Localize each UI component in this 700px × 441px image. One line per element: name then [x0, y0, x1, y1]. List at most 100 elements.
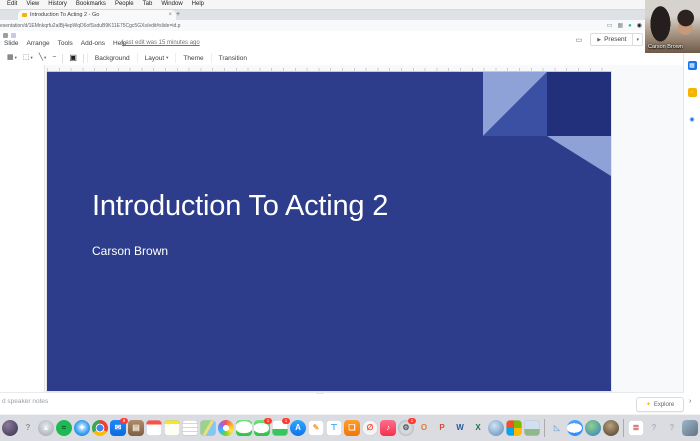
- last-edit-link[interactable]: Last edit was 15 minutes ago: [122, 40, 200, 46]
- dock-earth-icon[interactable]: [585, 420, 601, 436]
- dock-books-icon[interactable]: ❏: [344, 420, 360, 436]
- explore-button[interactable]: ✦ Explore: [636, 397, 684, 412]
- keep-icon[interactable]: ◦: [688, 88, 697, 97]
- bookmark-favicon-2[interactable]: [11, 33, 16, 38]
- side-panel-icons: ▦ ◦ ◉: [684, 61, 700, 124]
- menu-tools[interactable]: Tools: [58, 40, 73, 47]
- office-glyph: O: [421, 420, 427, 436]
- dock-prohibited-icon[interactable]: ∅: [362, 420, 378, 436]
- dock-calendar-icon[interactable]: [146, 420, 162, 436]
- dock-textedit-icon[interactable]: [182, 420, 198, 436]
- dock-notes-app-icon[interactable]: [164, 420, 180, 436]
- dock-messages-icon[interactable]: [236, 420, 252, 436]
- tab-close-icon[interactable]: ×: [168, 12, 172, 18]
- menu-arrange[interactable]: Arrange: [26, 40, 49, 47]
- macos-menu-history[interactable]: History: [48, 0, 67, 9]
- cast-icon[interactable]: ▭: [607, 23, 613, 29]
- shapes-button[interactable]: ⬚▾: [20, 54, 36, 62]
- dock-photos-icon[interactable]: [218, 420, 234, 436]
- side-panel-collapse-icon[interactable]: ›: [689, 398, 691, 405]
- notes-resize-handle[interactable]: ⋯: [316, 389, 325, 398]
- url-text[interactable]: esentation/d/1EMnkqrfu2aIBj4epWqD6ofSsdu…: [0, 23, 560, 29]
- new-tab-button[interactable]: +: [176, 11, 180, 18]
- dock-maps-icon[interactable]: [200, 420, 216, 436]
- slide-canvas[interactable]: Introduction To Acting 2 Carson Brown: [47, 72, 611, 391]
- dock-excel-icon[interactable]: X: [470, 420, 486, 436]
- calendar-icon[interactable]: ▦: [688, 61, 697, 70]
- dock-system-preferences-icon[interactable]: ⚙1: [398, 420, 414, 436]
- menu-add-ons[interactable]: Add-ons: [81, 40, 105, 47]
- dock-word-icon[interactable]: W: [452, 420, 468, 436]
- slide-subtitle[interactable]: Carson Brown: [92, 244, 168, 258]
- dock-globe-user-icon[interactable]: [488, 420, 504, 436]
- webcam-overlay: Carson Brown: [645, 0, 700, 53]
- menu-slide[interactable]: Slide: [4, 40, 18, 47]
- deco-triangle-bottom: [547, 136, 611, 176]
- dock-zoom-app-icon[interactable]: [567, 420, 583, 436]
- dock-powerpoint-icon[interactable]: P: [434, 420, 450, 436]
- toolbar-layout-button[interactable]: Layout▾: [137, 53, 176, 63]
- dock-app-sphere-icon[interactable]: [2, 420, 18, 436]
- dock-missing-doc-1-icon[interactable]: ?: [646, 420, 662, 436]
- dock-files-stack-icon[interactable]: [682, 420, 698, 436]
- dock-chrome-icon[interactable]: [92, 420, 108, 436]
- speaker-notes-placeholder[interactable]: d speaker notes: [2, 398, 48, 405]
- dock-document-app-icon[interactable]: ≣: [628, 420, 644, 436]
- safari-glyph: ✦: [79, 420, 86, 436]
- dock-ornament-sphere-icon[interactable]: [603, 420, 619, 436]
- toolbar-theme-button[interactable]: Theme: [175, 53, 210, 63]
- dock-facetime-icon[interactable]: 1: [254, 420, 270, 436]
- more-button[interactable]: −: [49, 54, 59, 62]
- toolbar-transition-button[interactable]: Transition: [211, 53, 254, 63]
- new-slide-button[interactable]: ▦▾: [4, 54, 20, 62]
- dock-numbers-chart-icon[interactable]: 1: [272, 420, 288, 436]
- tasks-icon[interactable]: ◉: [688, 115, 697, 124]
- numbers-chart-badge: 1: [282, 418, 290, 424]
- line-button[interactable]: ╲▾: [36, 54, 49, 62]
- grammarly-icon[interactable]: ●: [628, 23, 632, 29]
- contacts-glyph: ▤: [132, 420, 140, 436]
- extension-icon[interactable]: ▦: [617, 23, 623, 29]
- macos-menu-bookmarks[interactable]: Bookmarks: [76, 0, 106, 9]
- macos-menu-tab[interactable]: Tab: [143, 0, 153, 9]
- comments-icon[interactable]: ▭: [576, 36, 583, 44]
- macos-menu-view[interactable]: View: [26, 0, 39, 9]
- image-button[interactable]: ▣: [66, 54, 80, 62]
- dock-office-icon[interactable]: O: [416, 420, 432, 436]
- dock-spotify-icon[interactable]: ≈: [56, 420, 72, 436]
- deco-square-navy: [547, 72, 611, 136]
- dock-safari-icon[interactable]: ✦: [74, 420, 90, 436]
- dock-microsoft-apps-icon[interactable]: [506, 420, 522, 436]
- shapes-button-icon: ⬚: [23, 54, 30, 62]
- dock-mail-icon[interactable]: ✉9: [110, 420, 126, 436]
- macos-menu-edit[interactable]: Edit: [7, 0, 17, 9]
- dock-drafting-triangle-icon[interactable]: ◺: [549, 420, 565, 436]
- dock-launchpad-icon[interactable]: ▲: [38, 420, 54, 436]
- facetime-badge: 1: [264, 418, 272, 424]
- dock-missing-app-icon[interactable]: ?: [20, 420, 36, 436]
- powerpoint-glyph: P: [439, 420, 444, 436]
- app-store-glyph: A: [295, 420, 301, 436]
- dock-app-store-icon[interactable]: A: [290, 420, 306, 436]
- dock-missing-doc-2-icon[interactable]: ?: [664, 420, 680, 436]
- dock-pages-icon[interactable]: ✎: [308, 420, 324, 436]
- present-button[interactable]: ▶ Present: [590, 33, 632, 46]
- bookmark-favicon-1[interactable]: [3, 33, 8, 38]
- dock-separator: [544, 419, 545, 437]
- excel-glyph: X: [475, 420, 480, 436]
- dock-keynote-icon[interactable]: ⊤: [326, 420, 342, 436]
- slide-filmstrip[interactable]: [0, 65, 45, 392]
- dock-contacts-icon[interactable]: ▤: [128, 420, 144, 436]
- dock-music-icon[interactable]: ♪: [380, 420, 396, 436]
- macos-menu-window[interactable]: Window: [161, 0, 182, 9]
- toolbar-background-button[interactable]: Background: [87, 53, 137, 63]
- browser-tab[interactable]: Introduction To Acting 2 - Go ×: [18, 10, 176, 20]
- pages-glyph: ✎: [313, 420, 320, 436]
- image-button-icon: ▣: [69, 54, 77, 62]
- macos-menu-help[interactable]: Help: [192, 0, 204, 9]
- slide-title[interactable]: Introduction To Acting 2: [92, 190, 388, 223]
- macos-menu-people[interactable]: People: [115, 0, 134, 9]
- camera-extension-icon[interactable]: ◉: [637, 23, 642, 29]
- dock-pictures-icon[interactable]: [524, 420, 540, 436]
- present-dropdown-button[interactable]: ▾: [632, 33, 643, 46]
